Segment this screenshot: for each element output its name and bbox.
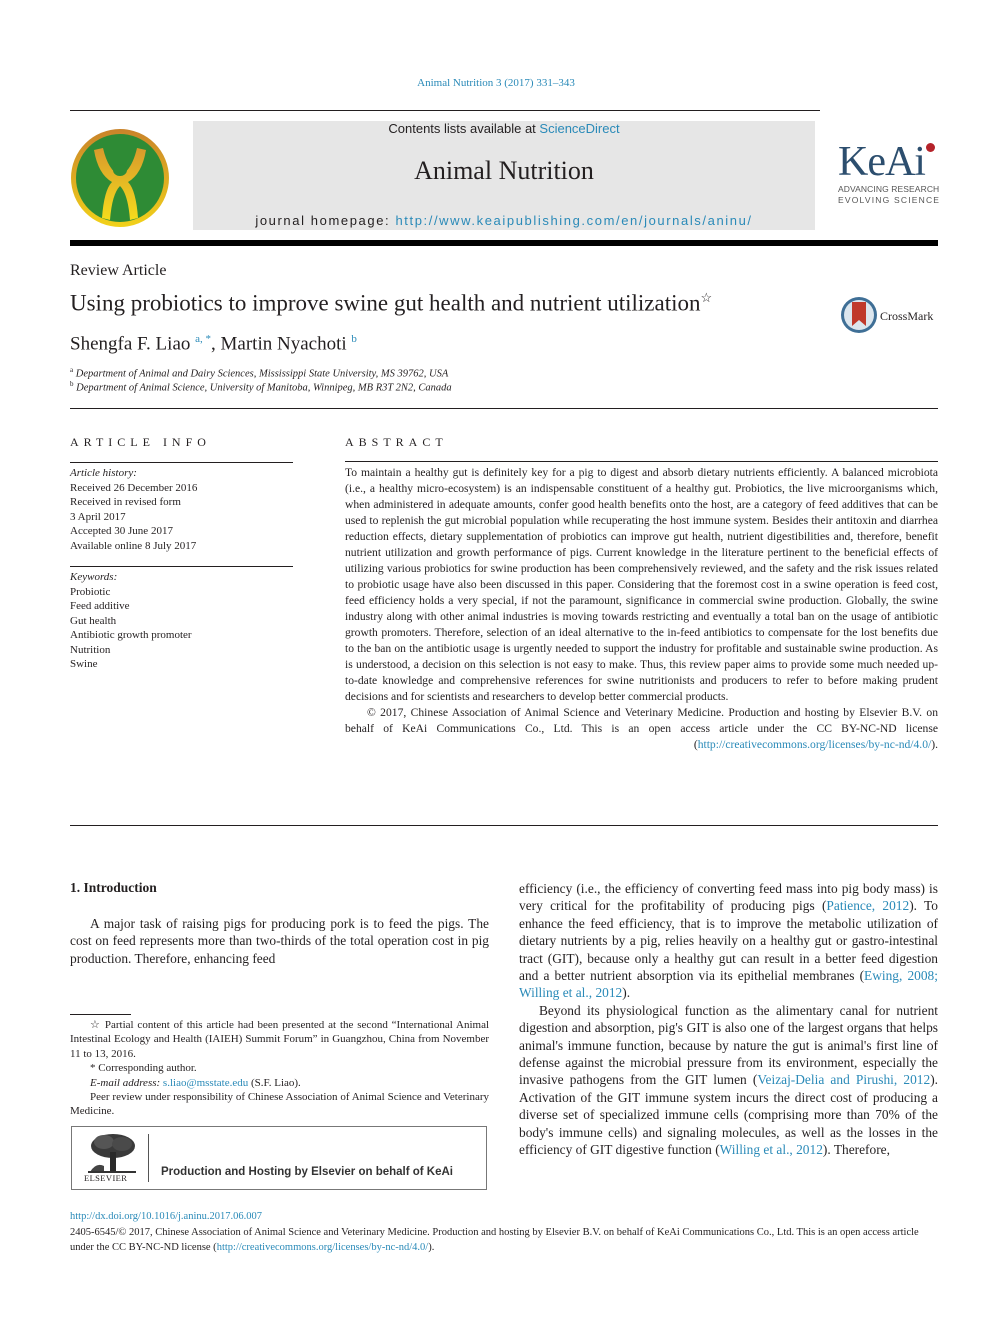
affiliation-mark: b bbox=[70, 380, 74, 388]
journal-emblem-icon bbox=[71, 129, 169, 227]
header-divider bbox=[70, 240, 938, 246]
title-footnote-mark[interactable]: ☆ bbox=[700, 290, 712, 305]
divider bbox=[70, 566, 293, 567]
affiliation-mark: a bbox=[70, 366, 74, 374]
divider bbox=[148, 1134, 149, 1182]
keywords-label: Keywords: bbox=[70, 571, 118, 583]
keai-logo-dot bbox=[926, 143, 935, 152]
article-title: Using probiotics to improve swine gut he… bbox=[70, 290, 712, 317]
footnote-text: Partial content of this article had been… bbox=[70, 1019, 490, 1060]
footnote-mark: * bbox=[90, 1062, 96, 1075]
section-heading: 1. Introduction bbox=[70, 880, 157, 895]
running-head[interactable]: Animal Nutrition 3 (2017) 331–343 bbox=[0, 77, 992, 89]
elsevier-logo: ELSEVIER bbox=[84, 1173, 128, 1183]
keai-logo: KeAi bbox=[838, 139, 926, 185]
article-info-heading: ARTICLE INFO bbox=[70, 435, 211, 449]
author-separator: , bbox=[211, 333, 221, 355]
author-marks[interactable]: b bbox=[351, 333, 357, 345]
article-title-text: Using probiotics to improve swine gut he… bbox=[70, 290, 701, 316]
affiliation-text: Department of Animal Science, University… bbox=[76, 382, 452, 394]
keyword: Probiotic bbox=[70, 585, 111, 598]
footnote: * Corresponding author. bbox=[70, 1061, 489, 1075]
doi-link[interactable]: http://dx.doi.org/10.1016/j.aninu.2017.0… bbox=[70, 1211, 262, 1222]
email-label: E-mail address: bbox=[90, 1076, 163, 1089]
author-marks[interactable]: a, * bbox=[195, 333, 211, 345]
keai-tagline: ADVANCING RESEARCH bbox=[838, 184, 940, 194]
history-item: 3 April 2017 bbox=[70, 510, 126, 523]
history-item: Received in revised form bbox=[70, 496, 181, 508]
homepage-line: journal homepage: http://www.keaipublish… bbox=[193, 213, 815, 228]
keyword: Antibiotic growth promoter bbox=[70, 629, 192, 641]
history-item: Received 26 December 2016 bbox=[70, 481, 198, 494]
abstract-copyright: © 2017, Chinese Association of Animal Sc… bbox=[345, 705, 938, 753]
abstract-body: To maintain a healthy gut is definitely … bbox=[345, 466, 938, 703]
contents-line: Contents lists available at ScienceDirec… bbox=[193, 121, 815, 136]
homepage-prefix: journal homepage: bbox=[255, 213, 396, 228]
text-run: ). Therefore, bbox=[822, 1142, 890, 1158]
citation-link[interactable]: Willing et al., 2012 bbox=[720, 1142, 823, 1157]
affiliation: b Department of Animal Science, Universi… bbox=[70, 380, 452, 394]
email-suffix: (S.F. Liao). bbox=[248, 1076, 301, 1089]
journal-homepage-link[interactable]: http://www.keaipublishing.com/en/journal… bbox=[395, 213, 752, 228]
copyright-close: ). bbox=[931, 738, 938, 751]
author-name: Shengfa F. Liao bbox=[70, 333, 191, 355]
footnote-mark: ☆ bbox=[90, 1019, 101, 1031]
abstract: To maintain a healthy gut is definitely … bbox=[345, 465, 938, 753]
text-run: ). bbox=[622, 985, 631, 1001]
divider bbox=[345, 461, 938, 462]
footnotes: ☆ Partial content of this article had be… bbox=[70, 1018, 489, 1119]
body-column-right: efficiency (i.e., the efficiency of conv… bbox=[519, 880, 938, 1159]
journal-title: Animal Nutrition bbox=[414, 156, 594, 185]
footnote-text: Corresponding author. bbox=[98, 1062, 197, 1075]
keyword: Feed additive bbox=[70, 600, 130, 612]
citation-link[interactable]: Veizaj-Delia and Pirushi, 2012 bbox=[757, 1072, 930, 1087]
bottom-copyright: 2405-6545/© 2017, Chinese Association of… bbox=[70, 1225, 938, 1255]
footnote-divider bbox=[70, 1014, 131, 1015]
abstract-heading: ABSTRACT bbox=[345, 435, 448, 449]
keyword: Swine bbox=[70, 658, 98, 670]
keai-tagline: EVOLVING SCIENCE bbox=[838, 195, 941, 205]
elsevier-tree-icon bbox=[88, 1134, 136, 1173]
publisher-caption: Production and Hosting by Elsevier on be… bbox=[161, 1166, 454, 1178]
history-item: Available online 8 July 2017 bbox=[70, 539, 197, 552]
affiliation-text: Department of Animal and Dairy Sciences,… bbox=[75, 368, 449, 380]
article-type: Review Article bbox=[70, 262, 167, 279]
history-item: Accepted 30 June 2017 bbox=[70, 525, 173, 537]
sciencedirect-link[interactable]: ScienceDirect bbox=[539, 121, 619, 136]
keywords: Keywords: Probiotic Feed additive Gut he… bbox=[70, 570, 192, 672]
contents-prefix: Contents lists available at bbox=[388, 121, 540, 136]
history-label: Article history: bbox=[70, 467, 137, 479]
copyright-text: 2405-6545/© 2017, Chinese Association of… bbox=[70, 1227, 919, 1253]
body-column-left: A major task of raising pigs for produci… bbox=[70, 915, 489, 967]
article-history: Article history: Received 26 December 20… bbox=[70, 466, 197, 553]
divider bbox=[70, 110, 820, 111]
divider bbox=[70, 462, 293, 463]
footnote: E-mail address: s.liao@msstate.edu (S.F.… bbox=[70, 1076, 489, 1090]
divider bbox=[70, 408, 938, 409]
license-link[interactable]: http://creativecommons.org/licenses/by-n… bbox=[698, 738, 932, 751]
author-list: Shengfa F. Liao a, *, Martin Nyachoti b bbox=[70, 333, 357, 355]
footnote: ☆ Partial content of this article had be… bbox=[70, 1018, 489, 1061]
footnote: Peer review under responsibility of Chin… bbox=[70, 1091, 489, 1118]
copyright-close: ). bbox=[428, 1242, 435, 1253]
crossmark-label[interactable]: CrossMark bbox=[880, 309, 933, 324]
author-name: Martin Nyachoti bbox=[220, 333, 347, 355]
paragraph: A major task of raising pigs for produci… bbox=[70, 916, 489, 966]
keyword: Nutrition bbox=[70, 643, 111, 656]
paragraph: Beyond its physiological function as the… bbox=[519, 1002, 938, 1159]
paragraph: efficiency (i.e., the efficiency of conv… bbox=[519, 880, 938, 1002]
email-link[interactable]: s.liao@msstate.edu bbox=[163, 1077, 248, 1089]
citation-link[interactable]: Patience, 2012 bbox=[826, 898, 909, 913]
divider bbox=[70, 825, 938, 826]
affiliation: a Department of Animal and Dairy Science… bbox=[70, 366, 448, 380]
keyword: Gut health bbox=[70, 614, 117, 627]
license-link[interactable]: http://creativecommons.org/licenses/by-n… bbox=[217, 1242, 429, 1253]
